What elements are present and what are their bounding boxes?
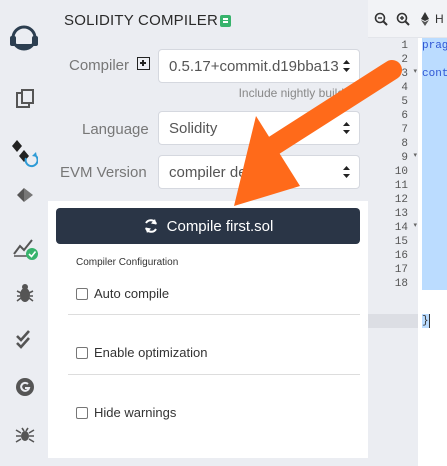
fold-arrow-icon[interactable]: ▾ [413, 221, 417, 229]
line-number: 1 [401, 40, 408, 52]
git-icon[interactable] [12, 374, 38, 400]
testing-icon[interactable] [12, 326, 38, 352]
compile-button[interactable]: Compile first.sol [56, 208, 360, 244]
icon-sidebar [0, 0, 48, 466]
language-label: Language [82, 121, 149, 138]
enable-optimization-checkbox[interactable] [76, 346, 88, 359]
hide-warnings-checkbox[interactable] [76, 406, 88, 419]
deploy-run-icon[interactable] [12, 182, 38, 208]
compiler-settings: Compiler 0.5.17+commit.d19bba13 Include … [48, 40, 368, 201]
line-number: 3 [401, 68, 408, 80]
documentation-icon[interactable] [220, 15, 231, 27]
line-number: 16 [394, 250, 408, 262]
enable-optimization-label: Enable optimization [94, 345, 208, 360]
compile-button-label: Compile first.sol [166, 217, 274, 235]
compiler-version-select[interactable]: 0.5.17+commit.d19bba13 [158, 49, 360, 83]
evm-version-select[interactable]: compiler default [158, 155, 360, 189]
panel-title: SOLIDITY COMPILER [64, 12, 218, 29]
line-number: 11 [394, 180, 408, 192]
panel-footer [48, 458, 368, 466]
active-line-highlight [368, 314, 418, 328]
line-number: 15 [394, 236, 408, 248]
auto-compile-checkbox[interactable] [76, 287, 88, 300]
line-number: 5 [401, 96, 408, 108]
compiler-configuration-title: Compiler Configuration [76, 257, 179, 268]
auto-compile-option[interactable]: Auto compile [76, 286, 169, 301]
panel-header: SOLIDITY COMPILER [48, 0, 368, 40]
code-line-18: } [422, 315, 429, 327]
remix-logo-icon[interactable] [6, 22, 42, 54]
auto-compile-label: Auto compile [94, 286, 170, 301]
evm-version-label: EVM Version [60, 164, 147, 181]
ethereum-icon [421, 12, 429, 26]
line-number: 18 [394, 278, 408, 290]
code-editor: H 1 2 3 4 5 6 7 8 9 10 11 12 13 14 15 16 17 18 ▾ ▾ ▾ prag… [368, 0, 447, 466]
divider [68, 314, 360, 315]
file-explorer-icon[interactable] [12, 86, 38, 112]
line-number: 6 [401, 110, 408, 122]
include-nightly-option[interactable]: Include nightly builds [239, 86, 364, 100]
solidity-compiler-icon[interactable] [12, 138, 38, 168]
divider [68, 374, 360, 375]
bug-icon[interactable] [12, 422, 38, 448]
line-number: 14 [394, 222, 408, 234]
add-compiler-icon[interactable] [137, 57, 150, 70]
zoom-in-icon[interactable] [396, 12, 410, 26]
editor-toolbar: H [368, 0, 447, 38]
compiler-panel: SOLIDITY COMPILER Compiler 0.5.17+commit… [48, 0, 368, 466]
language-select[interactable]: Solidity [158, 111, 360, 145]
hide-warnings-label: Hide warnings [94, 405, 177, 420]
fold-arrow-icon[interactable]: ▾ [413, 67, 417, 75]
compiler-version-value: 0.5.17+commit.d19bba13 [169, 58, 339, 75]
line-number: 13 [394, 208, 408, 220]
include-nightly-checkbox[interactable] [353, 87, 364, 98]
line-number: 12 [394, 194, 408, 206]
analysis-icon[interactable] [12, 234, 38, 260]
code-area[interactable]: prag cont } [418, 38, 447, 466]
line-number: 4 [401, 82, 408, 94]
compiler-label: Compiler [69, 57, 130, 74]
debugger-icon[interactable] [12, 280, 38, 306]
select-arrows-icon [343, 122, 350, 134]
select-arrows-icon [343, 60, 350, 72]
refresh-icon [144, 219, 157, 233]
enable-optimization-option[interactable]: Enable optimization [76, 345, 207, 360]
language-value: Solidity [169, 120, 218, 137]
line-number: 2 [401, 54, 408, 66]
select-arrows-icon [343, 166, 350, 178]
evm-version-value: compiler default [169, 164, 275, 181]
hide-warnings-option[interactable]: Hide warnings [76, 405, 176, 420]
fold-arrow-icon[interactable]: ▾ [413, 151, 417, 159]
code-line-3: cont [422, 68, 447, 80]
line-number: 10 [394, 166, 408, 178]
code-line-1: prag [422, 40, 447, 52]
zoom-out-icon[interactable] [374, 12, 388, 26]
line-number: 8 [401, 138, 408, 150]
include-nightly-label: Include nightly builds [238, 86, 350, 100]
line-number: 17 [394, 264, 408, 276]
editor-tab-label[interactable]: H [435, 12, 444, 26]
line-number: 9 [401, 152, 408, 164]
line-number-gutter: 1 2 3 4 5 6 7 8 9 10 11 12 13 14 15 16 17 18 ▾ ▾ ▾ [368, 38, 418, 466]
line-number: 7 [401, 124, 408, 136]
